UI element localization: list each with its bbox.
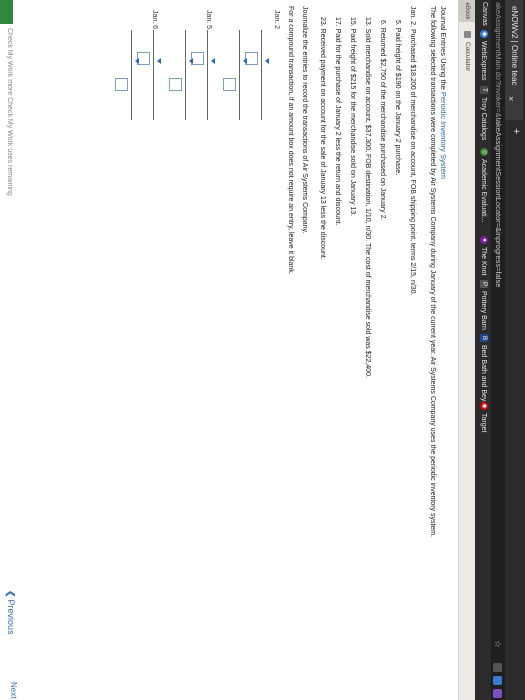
url-text[interactable]: akeAssignmentMain.do?invoker=&takeAssign…	[494, 2, 503, 287]
dropdown-arrow-icon[interactable]	[189, 58, 193, 64]
transaction-jan-15: 15. Paid freight of $215 for the merchan…	[349, 17, 356, 217]
account-select[interactable]	[131, 30, 132, 120]
calculator-button[interactable]: Calculator	[464, 42, 471, 71]
dropdown-arrow-icon[interactable]	[211, 58, 215, 64]
amount-input[interactable]	[115, 78, 128, 91]
dropdown-arrow-icon[interactable]	[157, 58, 161, 64]
t-icon: T	[480, 86, 488, 94]
bookmark-the-knot[interactable]: ●The Knot	[480, 236, 488, 275]
previous-button[interactable]: ❮Previous	[5, 590, 16, 635]
extension-icon[interactable]	[493, 663, 502, 672]
next-button[interactable]: Next	[9, 682, 18, 698]
bookmark-bed-bath[interactable]: BBed Bath and Bey...	[480, 334, 488, 407]
journal-date-jan-6: Jan. 6	[151, 10, 158, 30]
transaction-jan-6: 6. Returned $2,750 of the merchandise pu…	[379, 20, 386, 221]
amount-input[interactable]	[223, 78, 236, 91]
pb-icon: P	[480, 280, 488, 288]
bookmark-canvas[interactable]: Canvas	[481, 2, 488, 26]
bookmarks-bar: Canvas ◆WebExpress TTroy Catalogs ◎Acade…	[475, 0, 491, 700]
ebook-button[interactable]: eBook	[459, 0, 475, 22]
instruction-text: Journalize the entries to record the tra…	[301, 6, 308, 234]
journal-date-jan-5: Jan. 5	[205, 10, 212, 30]
account-select[interactable]	[185, 30, 186, 120]
dropdown-arrow-icon[interactable]	[243, 58, 247, 64]
bookmark-pottery-barn[interactable]: PPottery Barn	[480, 280, 488, 330]
bookmark-target[interactable]: ◉Target	[480, 402, 488, 432]
question-intro: The following selected transactions were…	[429, 6, 436, 538]
close-icon[interactable]: ×	[505, 96, 520, 101]
check-work-footer: Check My Work more Check My Work uses re…	[6, 28, 13, 196]
amount-input[interactable]	[169, 78, 182, 91]
transaction-jan-13: 13. Sold merchandise on account, $37,300…	[364, 17, 371, 378]
account-select[interactable]	[239, 30, 240, 120]
journal-date-jan-2: Jan. 2	[273, 10, 280, 30]
bbb-icon: B	[480, 334, 488, 342]
transaction-jan-17: 17. Paid for the purchase of January 2 l…	[334, 17, 341, 226]
transaction-jan-2: Jan. 2. Purchased $18,200 of merchandise…	[409, 6, 416, 296]
transaction-jan-23: 23. Received payment on account for the …	[319, 17, 326, 260]
tab-bar: eNOWv2 | Online teac × +	[505, 0, 525, 700]
dropdown-arrow-icon[interactable]	[135, 58, 139, 64]
account-select[interactable]	[207, 30, 208, 120]
periodic-inventory-link[interactable]: Periodic Inventory System	[439, 92, 448, 179]
question-title: Journal Entries Using the Periodic Inven…	[439, 6, 448, 180]
transaction-jan-5: 5. Paid freight of $190 on the January 2…	[394, 20, 401, 176]
chevron-left-icon: ❮	[6, 590, 16, 598]
browser-tab[interactable]: eNOWv2 | Online teac ×	[505, 0, 523, 120]
extension-icon[interactable]	[493, 676, 502, 685]
bookmark-academic-evaluation[interactable]: ◎Academic Evaluati...	[480, 148, 488, 222]
bookmark-star-icon[interactable]: ☆	[492, 640, 503, 648]
assignment-toolbar: eBook Calculator	[458, 0, 475, 700]
browser-window: eNOWv2 | Online teac × + akeAssignmentMa…	[0, 0, 525, 700]
bookmark-troy-catalogs[interactable]: TTroy Catalogs	[480, 86, 488, 140]
new-tab-button[interactable]: +	[510, 128, 522, 134]
dropdown-arrow-icon[interactable]	[265, 58, 269, 64]
address-bar[interactable]: akeAssignmentMain.do?invoker=&takeAssign…	[491, 0, 505, 700]
target-icon: ◉	[480, 402, 488, 410]
account-select[interactable]	[261, 30, 262, 120]
web-icon: ◆	[480, 30, 488, 38]
globe-icon: ◎	[480, 148, 488, 156]
check-my-work-button[interactable]	[0, 0, 13, 24]
note-text: For a compound transaction, if an amount…	[287, 6, 294, 275]
account-select[interactable]	[153, 30, 154, 120]
tab-title: eNOWv2 | Online teac	[510, 6, 519, 86]
calculator-icon[interactable]	[464, 31, 471, 38]
extension-icon[interactable]	[493, 689, 502, 698]
question-panel: Journal Entries Using the Periodic Inven…	[0, 0, 458, 700]
bookmark-webexpress[interactable]: ◆WebExpress	[480, 30, 488, 81]
knot-icon: ●	[480, 236, 488, 244]
